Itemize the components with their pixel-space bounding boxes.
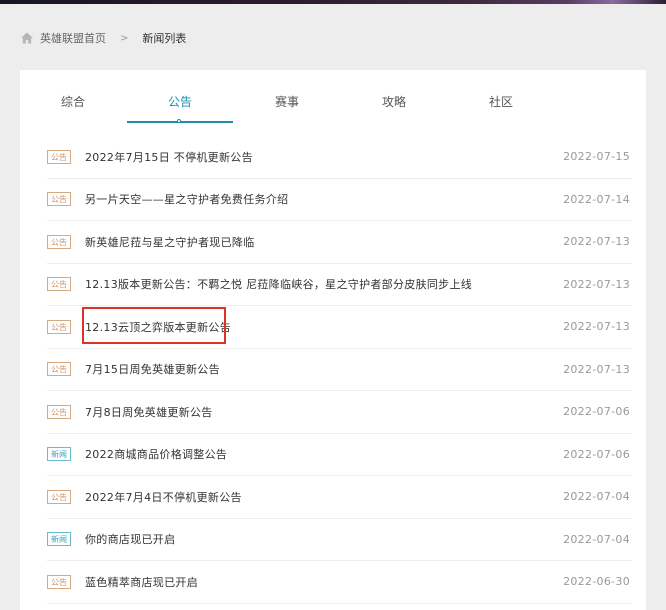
news-row[interactable]: 公告 新英雄尼菈与星之守护者现已降临 2022-07-13 <box>47 221 632 264</box>
news-date: 2022-07-15 <box>563 150 630 164</box>
news-date: 2022-07-13 <box>563 362 630 376</box>
news-row[interactable]: 公告 2022年7月15日 不停机更新公告 2022-07-15 <box>47 136 632 179</box>
news-date: 2022-07-04 <box>563 490 630 504</box>
news-row[interactable]: 新闻 2022商城商品价格调整公告 2022-07-06 <box>47 434 632 476</box>
news-title-link[interactable]: 2022年7月15日 不停机更新公告 <box>85 149 253 165</box>
news-title-link[interactable]: 蓝色精萃商店现已开启 <box>85 574 198 590</box>
news-title-link[interactable]: 新英雄尼菈与星之守护者现已降临 <box>85 234 255 250</box>
breadcrumb-current: 新闻列表 <box>142 32 187 45</box>
category-badge: 公告 <box>47 574 71 589</box>
category-badge: 公告 <box>47 362 71 377</box>
breadcrumb-separator: > <box>120 32 129 44</box>
tab-announcement[interactable]: 公告 <box>127 70 233 124</box>
news-date: 2022-07-14 <box>563 192 630 206</box>
category-badge: 新闻 <box>47 532 71 547</box>
news-date: 2022-07-13 <box>563 277 630 291</box>
category-badge: 公告 <box>47 234 71 249</box>
news-title-link[interactable]: 12.13版本更新公告：不羁之悦 尼菈降临峡谷，星之守护者部分皮肤同步上线 <box>85 276 472 292</box>
news-row[interactable]: 公告 12.13版本更新公告：不羁之悦 尼菈降临峡谷，星之守护者部分皮肤同步上线 2… <box>47 264 632 306</box>
news-panel: 综合 公告 赛事 攻略 社区 公告 2022年7月15日 不停机更新公告 2022-… <box>20 70 646 610</box>
news-date: 2022-07-13 <box>563 235 630 249</box>
breadcrumb-home-link[interactable]: 英雄联盟首页 <box>40 30 106 46</box>
category-badge: 公告 <box>47 489 71 504</box>
news-title-link[interactable]: 另一片天空——星之守护者免费任务介绍 <box>85 191 288 207</box>
news-date: 2022-06-30 <box>563 575 630 589</box>
category-badge: 新闻 <box>47 447 71 462</box>
news-date: 2022-07-13 <box>563 320 630 334</box>
news-row[interactable]: 新闻 你的商店现已开启 2022-07-04 <box>47 519 632 561</box>
news-title-link[interactable]: 12.13云顶之弈版本更新公告 <box>85 319 231 335</box>
tab-general[interactable]: 综合 <box>20 70 126 124</box>
news-title-link[interactable]: 2022年7月4日不停机更新公告 <box>85 489 242 505</box>
news-row[interactable]: 公告 7月15日周免英雄更新公告 2022-07-13 <box>47 349 632 391</box>
news-date: 2022-07-04 <box>563 532 630 546</box>
news-title-link[interactable]: 2022商城商品价格调整公告 <box>85 446 227 462</box>
news-row[interactable]: 公告 12.13云顶之弈版本更新公告 2022-07-13 <box>47 306 632 349</box>
home-icon[interactable] <box>20 31 34 45</box>
news-date: 2022-07-06 <box>563 447 630 461</box>
category-badge: 公告 <box>47 319 71 334</box>
news-row[interactable]: 公告 2022年7月4日不停机更新公告 2022-07-04 <box>47 476 632 519</box>
top-banner <box>0 0 666 4</box>
news-list: 公告 2022年7月15日 不停机更新公告 2022-07-15 公告 另一片天空——星… <box>47 136 632 604</box>
category-tabs: 综合 公告 赛事 攻略 社区 <box>20 70 646 124</box>
category-badge: 公告 <box>47 192 71 207</box>
news-row[interactable]: 公告 7月8日周免英雄更新公告 2022-07-06 <box>47 391 632 434</box>
news-title-link[interactable]: 你的商店现已开启 <box>85 531 175 547</box>
breadcrumb: 英雄联盟首页 > 新闻列表 <box>20 30 186 46</box>
news-date: 2022-07-06 <box>563 405 630 419</box>
category-badge: 公告 <box>47 149 71 164</box>
tab-events[interactable]: 赛事 <box>234 70 340 124</box>
news-row[interactable]: 公告 蓝色精萃商店现已开启 2022-06-30 <box>47 561 632 604</box>
tab-community[interactable]: 社区 <box>448 70 554 124</box>
category-badge: 公告 <box>47 277 71 292</box>
news-row[interactable]: 公告 另一片天空——星之守护者免费任务介绍 2022-07-14 <box>47 179 632 221</box>
category-badge: 公告 <box>47 404 71 419</box>
news-title-link[interactable]: 7月8日周免英雄更新公告 <box>85 404 213 420</box>
news-title-link[interactable]: 7月15日周免英雄更新公告 <box>85 361 220 377</box>
tab-guides[interactable]: 攻略 <box>341 70 447 124</box>
